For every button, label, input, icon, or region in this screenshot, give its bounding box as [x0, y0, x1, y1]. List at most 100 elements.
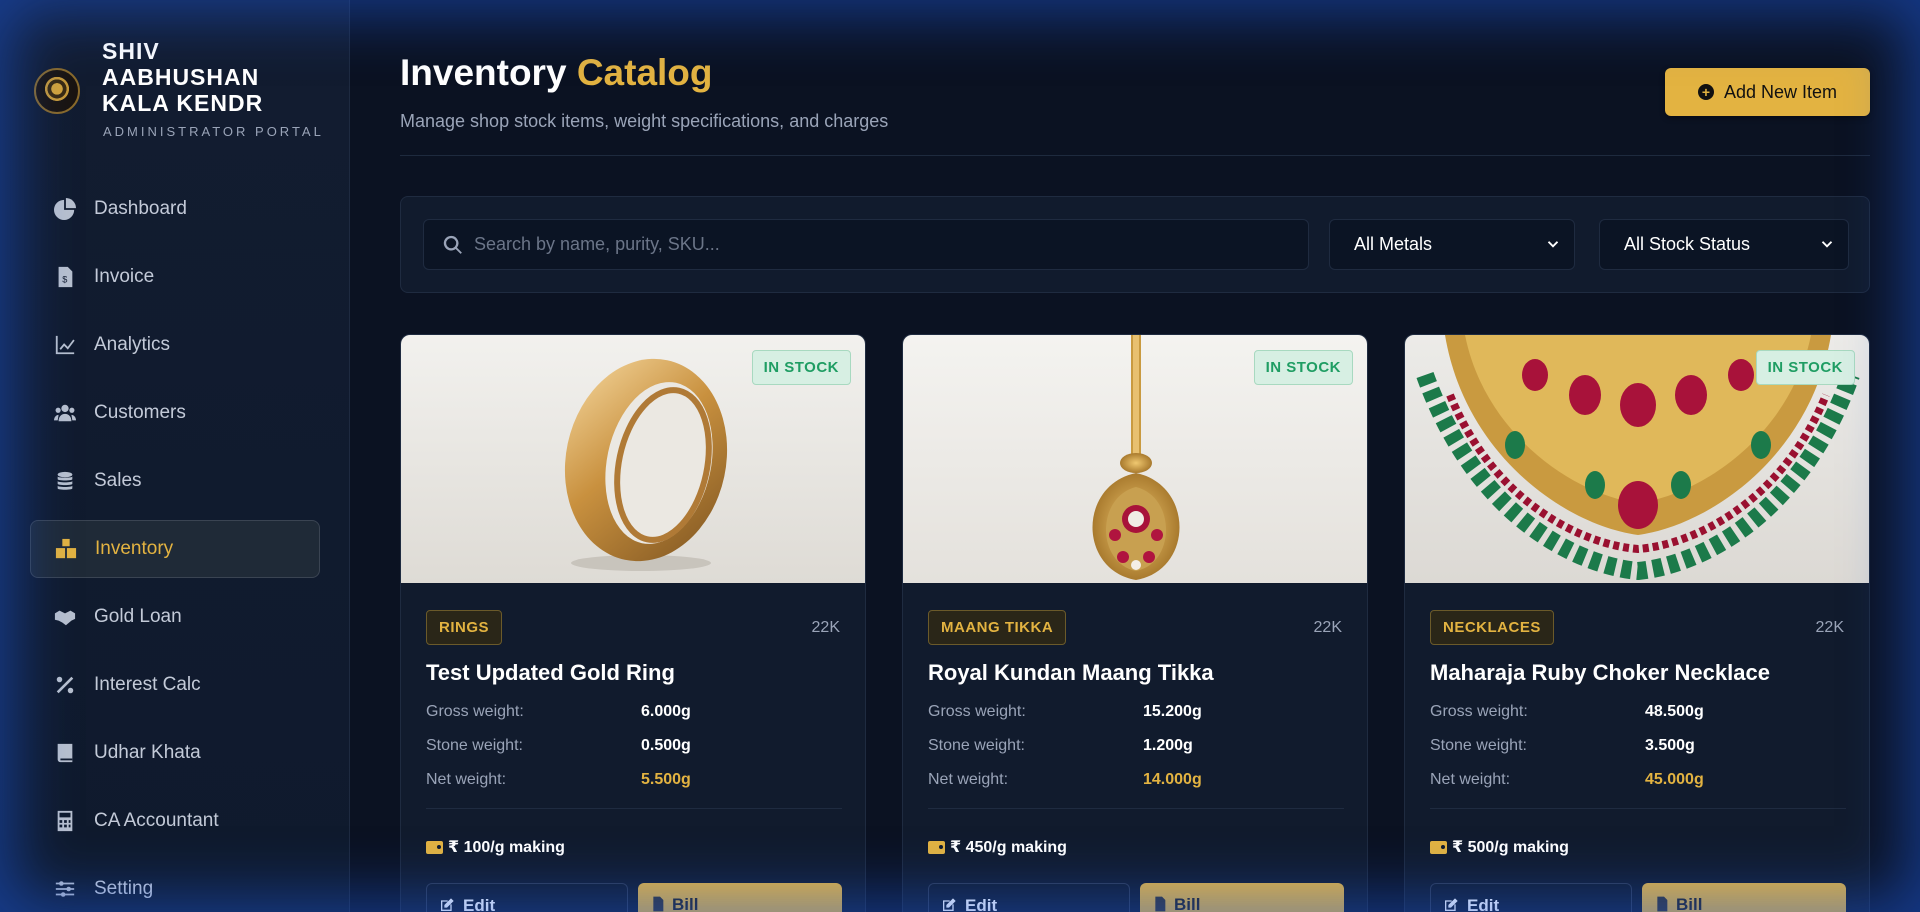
- sliders-icon: [52, 876, 78, 902]
- stone-weight-value: 1.200g: [1143, 737, 1193, 754]
- stock-status-filter-select[interactable]: All Stock Status: [1599, 219, 1849, 270]
- card-divider: [1430, 808, 1846, 809]
- wallet-icon: [1430, 840, 1447, 854]
- category-badge: RINGS: [426, 610, 503, 645]
- card-divider: [928, 808, 1344, 809]
- net-weight-label: Net weight:: [1430, 771, 1511, 788]
- stock-filter-value: All Stock Status: [1624, 234, 1751, 254]
- edit-button[interactable]: Edit: [928, 883, 1130, 912]
- making-charge: ₹ 100/g making: [426, 837, 565, 857]
- sidebar-item-analytics[interactable]: Analytics: [30, 316, 320, 374]
- net-weight-value: 45.000g: [1645, 771, 1704, 788]
- gross-weight-value: 48.500g: [1645, 703, 1704, 720]
- bill-label: Bill: [672, 895, 699, 912]
- edit-label: Edit: [965, 896, 998, 912]
- category-badge: MAANG TIKKA: [928, 610, 1067, 645]
- gross-weight-value: 15.200g: [1143, 703, 1202, 720]
- brand: SHIV AABHUSHAN KALA KENDR ADMINISTRATOR …: [34, 38, 334, 148]
- gross-weight-label: Gross weight:: [426, 703, 524, 720]
- net-weight-label: Net weight:: [426, 771, 507, 788]
- add-new-item-button[interactable]: + Add New Item: [1665, 68, 1870, 116]
- purity-label: 22K: [811, 619, 840, 636]
- product-name: Test Updated Gold Ring: [426, 660, 675, 685]
- sidebar-item-udhar-khata[interactable]: Udhar Khata: [30, 724, 320, 782]
- sidebar-item-label: Analytics: [94, 334, 171, 355]
- search-box: [423, 219, 1309, 270]
- sidebar-item-gold-loan[interactable]: Gold Loan: [30, 588, 320, 646]
- header-divider: [400, 155, 1870, 156]
- shop-logo: [34, 68, 80, 114]
- gross-weight-value: 6.000g: [641, 703, 691, 720]
- making-charge-text: ₹ 100/g making: [448, 839, 565, 856]
- sidebar-item-invoice[interactable]: $ Invoice: [30, 248, 320, 306]
- sidebar-item-label: Setting: [94, 878, 154, 899]
- product-name: Maharaja Ruby Choker Necklace: [1430, 660, 1770, 685]
- bill-icon: [1155, 896, 1166, 912]
- product-name: Royal Kundan Maang Tikka: [928, 660, 1214, 685]
- net-weight-value: 14.000g: [1143, 771, 1202, 788]
- metal-filter-value: All Metals: [1354, 234, 1433, 254]
- sidebar-item-sales[interactable]: Sales: [30, 452, 320, 510]
- in-stock-badge: IN STOCK: [751, 350, 851, 385]
- search-input[interactable]: [474, 220, 1294, 269]
- bill-label: Bill: [1174, 895, 1201, 912]
- sidebar-item-customers[interactable]: Customers: [30, 384, 320, 442]
- purity-label: 22K: [1815, 619, 1844, 636]
- add-new-item-label: Add New Item: [1723, 81, 1838, 102]
- handshake-icon: [52, 604, 78, 630]
- purity-label: 22K: [1313, 619, 1342, 636]
- sidebar-item-label: Udhar Khata: [94, 742, 201, 763]
- product-card[interactable]: IN STOCK RINGS 22K Test Updated Gold Rin…: [400, 334, 866, 912]
- brand-name: SHIV AABHUSHAN KALA KENDR: [102, 38, 264, 116]
- sidebar-item-inventory[interactable]: Inventory: [30, 520, 320, 578]
- in-stock-badge: IN STOCK: [1755, 350, 1855, 385]
- sidebar-item-setting[interactable]: Setting: [30, 860, 320, 912]
- sidebar-item-label: Inventory: [95, 538, 174, 559]
- bill-button[interactable]: Bill: [638, 883, 842, 912]
- sidebar-item-dashboard[interactable]: Dashboard: [30, 180, 320, 238]
- boxes-icon: [53, 536, 79, 562]
- pie-chart-icon: [52, 196, 78, 222]
- invoice-icon: $: [52, 264, 78, 290]
- search-icon: [443, 235, 462, 254]
- percent-icon: [52, 672, 78, 698]
- bill-button[interactable]: Bill: [1140, 883, 1344, 912]
- card-divider: [426, 808, 842, 809]
- users-icon: [52, 400, 78, 426]
- page-title: Inventory Catalog: [400, 52, 713, 94]
- edit-icon: [441, 898, 454, 911]
- sidebar-item-label: Interest Calc: [94, 674, 201, 695]
- product-card[interactable]: IN STOCK MAANG TIKKA 22K Royal Kundan Ma…: [902, 334, 1368, 912]
- sidebar-nav: Dashboard $ Invoice Analytics Customers …: [30, 180, 320, 912]
- in-stock-badge: IN STOCK: [1253, 350, 1353, 385]
- metal-filter-select[interactable]: All Metals: [1329, 219, 1575, 270]
- bill-button[interactable]: Bill: [1642, 883, 1846, 912]
- svg-text:$: $: [62, 275, 67, 285]
- bill-label: Bill: [1676, 895, 1703, 912]
- edit-button[interactable]: Edit: [426, 883, 628, 912]
- sidebar-item-label: Sales: [94, 470, 142, 491]
- net-weight-label: Net weight:: [928, 771, 1009, 788]
- sidebar-item-interest-calc[interactable]: Interest Calc: [30, 656, 320, 714]
- sidebar-item-ca-accountant[interactable]: CA Accountant: [30, 792, 320, 850]
- sidebar: SHIV AABHUSHAN KALA KENDR ADMINISTRATOR …: [0, 0, 350, 912]
- book-icon: [52, 740, 78, 766]
- page-subtitle: Manage shop stock items, weight specific…: [400, 111, 889, 131]
- plus-circle-icon: +: [1697, 84, 1714, 100]
- product-card[interactable]: IN STOCK NECKLACES 22K Maharaja Ruby Cho…: [1404, 334, 1870, 912]
- calculator-icon: [52, 808, 78, 834]
- making-charge: ₹ 450/g making: [928, 837, 1067, 857]
- gross-weight-label: Gross weight:: [1430, 703, 1528, 720]
- sidebar-item-label: Customers: [94, 402, 186, 423]
- sidebar-item-label: Dashboard: [94, 198, 187, 219]
- stone-weight-value: 0.500g: [641, 737, 691, 754]
- edit-button[interactable]: Edit: [1430, 883, 1632, 912]
- chevron-down-icon: [1547, 241, 1559, 248]
- making-charge: ₹ 500/g making: [1430, 837, 1569, 857]
- category-badge: NECKLACES: [1430, 610, 1554, 645]
- filter-bar: All Metals All Stock Status: [400, 196, 1870, 293]
- sidebar-item-label: Invoice: [94, 266, 155, 287]
- sidebar-item-label: Gold Loan: [94, 606, 182, 627]
- stone-weight-value: 3.500g: [1645, 737, 1695, 754]
- stone-weight-label: Stone weight:: [1430, 737, 1527, 754]
